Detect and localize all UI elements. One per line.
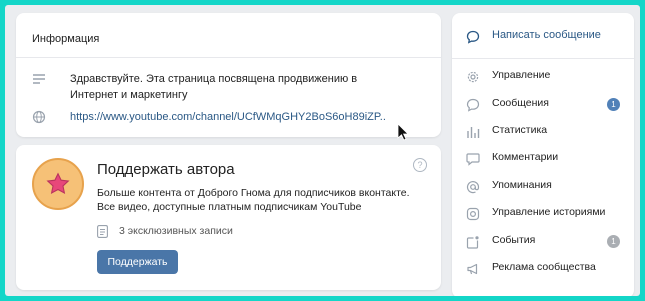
chat-icon: [466, 98, 480, 112]
stats-icon: [467, 127, 480, 138]
menu-label: Управление: [492, 69, 551, 81]
megaphone-icon: [467, 263, 478, 275]
events-badge: 1: [607, 235, 620, 248]
help-icon[interactable]: ?: [413, 158, 427, 172]
menu-item-messages[interactable]: Сообщения 1: [452, 92, 634, 118]
at-icon: [466, 181, 480, 194]
divider: [16, 57, 441, 58]
menu-item-stories[interactable]: Управление историями: [452, 201, 634, 227]
document-icon: [97, 225, 108, 238]
mouse-cursor-icon: [397, 123, 409, 141]
menu-item-ads[interactable]: Реклама сообщества: [452, 256, 634, 282]
menu-item-comments[interactable]: Комментарии: [452, 146, 634, 172]
info-description-row: Здравствуйте. Эта страница посвящена про…: [32, 71, 432, 105]
menu-label: Реклама сообщества: [492, 261, 596, 273]
support-button[interactable]: Поддержать: [97, 250, 178, 274]
info-title: Информация: [32, 33, 100, 45]
stories-icon: [466, 207, 480, 221]
menu-item-manage[interactable]: Управление: [452, 64, 634, 90]
community-menu: Написать сообщение Управление Сообщения …: [452, 13, 634, 296]
menu-label: События: [492, 234, 536, 246]
messages-badge: 1: [607, 98, 620, 111]
text-lines-icon: [33, 74, 45, 84]
star-icon: [46, 172, 70, 195]
menu-label: Управление историями: [492, 206, 606, 218]
menu-item-mentions[interactable]: Упоминания: [452, 174, 634, 200]
menu-item-events[interactable]: События 1: [452, 229, 634, 255]
channel-link[interactable]: https://www.youtube.com/channel/UCfWMqGH…: [70, 109, 400, 125]
menu-label: Сообщения: [492, 97, 549, 109]
message-bubble-icon: [466, 30, 480, 44]
star-avatar: [32, 158, 84, 210]
menu-label: Статистика: [492, 124, 548, 136]
write-message-label: Написать сообщение: [492, 29, 601, 41]
support-card: Поддержать автора ? Больше контента от Д…: [16, 145, 441, 290]
info-card: Информация Здравствуйте. Эта страница по…: [16, 13, 441, 137]
menu-label: Упоминания: [492, 179, 552, 191]
events-icon: [466, 236, 479, 249]
menu-label: Комментарии: [492, 151, 559, 163]
comment-icon: [466, 153, 480, 166]
menu-divider: [452, 58, 634, 59]
menu-item-statistics[interactable]: Статистика: [452, 119, 634, 145]
page: Информация Здравствуйте. Эта страница по…: [5, 5, 640, 296]
support-title: Поддержать автора: [97, 161, 235, 178]
globe-icon: [32, 110, 46, 124]
exclusive-count: 3 эксклюзивных записи: [119, 225, 233, 237]
info-description: Здравствуйте. Эта страница посвящена про…: [70, 73, 358, 101]
info-link-row: https://www.youtube.com/channel/UCfWMqGH…: [32, 109, 432, 127]
gear-icon: [467, 71, 479, 83]
support-description: Больше контента от Доброго Гнома для под…: [97, 187, 410, 213]
write-message-button[interactable]: Написать сообщение: [452, 24, 634, 50]
